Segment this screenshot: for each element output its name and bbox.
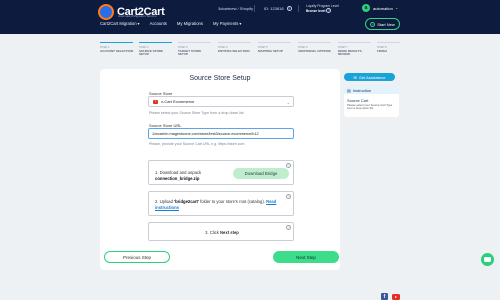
- header-divider: [298, 5, 299, 12]
- facebook-icon[interactable]: f: [381, 293, 388, 300]
- nav-item-accounts[interactable]: Accounts: [150, 21, 167, 26]
- logo-icon: [98, 4, 114, 20]
- progress-steps: STEP 1 ACCOUNT SELECTION STEP 2 SOURCE S…: [100, 42, 400, 66]
- source-store-select[interactable]: x x-Cart Ecommerce ⌄: [148, 96, 294, 107]
- instruction-header[interactable]: ▤ Instruction: [344, 86, 399, 94]
- migration-id: ID: 123818 ?: [264, 6, 292, 11]
- question-icon[interactable]: ?: [286, 6, 292, 11]
- step-target-store-setup: STEP 3 TARGET STORE SETUP: [178, 42, 211, 57]
- step-bar: [100, 42, 133, 44]
- avatar[interactable]: a: [362, 4, 370, 12]
- store-pair: 3dcartnew / Shopify: [218, 6, 254, 11]
- step-finish: STEP 8 FINISH: [377, 42, 400, 53]
- step-bar: [298, 42, 331, 44]
- chevron-down-icon[interactable]: ⌄: [395, 5, 398, 10]
- get-assistance-button[interactable]: ✉ Get Assistance: [344, 73, 395, 81]
- step-bar: [139, 42, 172, 44]
- upload-bridge-box: ? 2. Upload 'bridge2cart' folder to your…: [148, 191, 294, 216]
- footer: [0, 283, 500, 300]
- chevron-down-icon: ▾: [239, 21, 242, 26]
- download-bridge-button[interactable]: Download Bridge: [233, 168, 289, 179]
- nav-item-my-migrations[interactable]: My Migrations: [177, 21, 203, 26]
- source-store-hint: Please select your Source Store Type fro…: [149, 111, 244, 115]
- step-account-selection: STEP 1 ACCOUNT SELECTION: [100, 42, 133, 53]
- step-demo-results-review: STEP 7 DEMO RESULTS REVIEW: [338, 42, 371, 57]
- youtube-icon[interactable]: [392, 294, 400, 300]
- step-bar: [178, 42, 211, 44]
- question-icon[interactable]: ?: [326, 8, 332, 13]
- source-store-setup-card: Source Store Setup Source Store x x-Cart…: [100, 69, 340, 270]
- main-nav: Cart2Cart Migration ▾ Accounts My Migrati…: [100, 21, 241, 26]
- instruction-item-text: Please select your Source Cart Type from…: [347, 103, 393, 111]
- start-new-button[interactable]: + Start New: [365, 18, 400, 30]
- book-icon: ▤: [347, 87, 351, 93]
- next-step-button[interactable]: Next Step: [273, 251, 339, 263]
- step-mapping-setup: STEP 5 MAPPING SETUP: [258, 42, 291, 53]
- step-bar: [377, 42, 400, 44]
- instruction-panel: ▤ Instruction Source Cart Please select …: [344, 86, 399, 117]
- logo-subtitle: Automated Migration Service: [118, 14, 157, 18]
- next-step-box: ? 3. Click Next step: [148, 222, 294, 241]
- download-bridge-box: ? 1. Download and unpack connection_brid…: [148, 160, 294, 185]
- previous-step-button[interactable]: Previous Step: [104, 251, 170, 263]
- nav-item-migration[interactable]: Cart2Cart Migration ▾: [100, 21, 140, 26]
- top-header: Cart2Cart Automated Migration Service 3d…: [0, 0, 500, 34]
- step-source-store-setup: STEP 2 SOURCE STORE SETUP: [139, 42, 172, 57]
- user-name[interactable]: automation: [373, 6, 393, 11]
- cart-logo-icon: x: [153, 99, 158, 104]
- header-divider: [254, 5, 255, 12]
- chat-icon: [484, 257, 491, 262]
- chevron-down-icon: ▾: [137, 21, 140, 26]
- plus-icon: +: [370, 21, 376, 27]
- source-url-hint: Please, provide your Source Cart URL e.g…: [149, 142, 245, 146]
- chat-icon: ✉: [353, 74, 357, 80]
- cart2cart-logo[interactable]: Cart2Cart: [98, 2, 165, 22]
- chat-widget-button[interactable]: [481, 253, 494, 266]
- step-bar: [258, 42, 291, 44]
- loyalty-info[interactable]: Loyalty Program Level Bronze level ?: [306, 4, 339, 13]
- nav-item-my-payments[interactable]: My Payments ▾: [213, 21, 241, 26]
- source-url-input[interactable]: 1/wcart/m.magentoone.com/store/test3/sou…: [148, 128, 294, 139]
- step-entities-selection: STEP 4 ENTITIES SELECTION: [218, 42, 251, 53]
- step-additional-options: STEP 6 ADDITIONAL OPTIONS: [298, 42, 331, 53]
- info-icon[interactable]: ?: [286, 163, 291, 168]
- step-bar: [218, 42, 251, 44]
- page-title: Source Store Setup: [189, 75, 251, 82]
- chevron-down-icon: ⌄: [286, 100, 290, 105]
- step-bar: [338, 42, 371, 44]
